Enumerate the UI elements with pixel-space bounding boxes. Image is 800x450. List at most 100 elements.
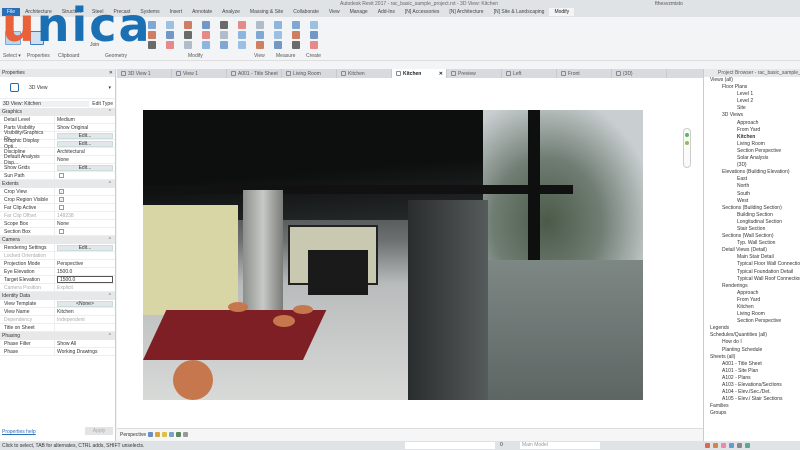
workset-field[interactable] — [405, 442, 495, 449]
edit-button[interactable]: Edit... — [57, 133, 113, 139]
checkbox[interactable] — [59, 173, 64, 178]
browser-item[interactable]: Sheets (all) — [704, 354, 800, 361]
browser-item[interactable]: Longitudinal Section — [704, 219, 800, 226]
collapse-icon[interactable]: ⌃ — [108, 181, 112, 187]
tab-massing-site[interactable]: Massing & Site — [245, 8, 288, 16]
tab-manage[interactable]: Manage — [345, 8, 373, 16]
browser-item[interactable]: Sections (Building Section) — [704, 205, 800, 212]
ribbon-tool-icon[interactable] — [310, 41, 318, 49]
properties-help-link[interactable]: Properties help — [2, 429, 36, 435]
ribbon-tool-icon[interactable] — [166, 31, 174, 39]
browser-item[interactable]: A101 - Site Plan — [704, 368, 800, 375]
browser-item[interactable]: Typical Foundation Detail — [704, 269, 800, 276]
browser-item[interactable]: Groups — [704, 410, 800, 417]
view-tab[interactable]: {3D} — [612, 69, 667, 78]
collapse-icon[interactable]: ⌃ — [108, 293, 112, 299]
ribbon-tool-icon[interactable] — [274, 31, 282, 39]
browser-item[interactable]: Site — [704, 105, 800, 112]
ribbon-tool-icon[interactable] — [310, 31, 318, 39]
ribbon-tool-icon[interactable] — [310, 21, 318, 29]
browser-item[interactable]: Main Stair Detail — [704, 254, 800, 261]
ribbon-tool-icon[interactable] — [274, 41, 282, 49]
browser-item[interactable]: Approach — [704, 120, 800, 127]
browser-item[interactable]: West — [704, 198, 800, 205]
select-underlay-icon[interactable] — [713, 443, 718, 448]
browser-item[interactable]: Level 2 — [704, 98, 800, 105]
sun-path-icon[interactable] — [162, 432, 167, 437]
ribbon-tool-icon[interactable] — [166, 41, 174, 49]
ribbon-tool-icon[interactable] — [238, 41, 246, 49]
navigation-bar[interactable] — [683, 128, 691, 168]
browser-item[interactable]: A105 - Elev./ Stair Sections — [704, 396, 800, 403]
browser-item[interactable]: Living Room — [704, 311, 800, 318]
ribbon-tool-icon[interactable] — [166, 21, 174, 29]
section-extents[interactable]: Extents⌃ — [0, 180, 115, 188]
browser-item[interactable]: Typ. Wall Section — [704, 240, 800, 247]
view-selector[interactable]: 3D View: Kitchen — [2, 101, 89, 107]
view-tab[interactable]: Living Room — [282, 69, 337, 78]
browser-item[interactable]: Renderings — [704, 283, 800, 290]
crop-icon[interactable] — [183, 432, 188, 437]
tab-add-ins[interactable]: Add-Ins — [373, 8, 400, 16]
browser-item[interactable]: Solar Analysis — [704, 155, 800, 162]
browser-item[interactable]: Typical Wall Roof Connection — [704, 276, 800, 283]
browser-item[interactable]: Elevations (Building Elevation) — [704, 169, 800, 176]
edit-type-button[interactable]: Edit Type — [92, 101, 113, 107]
browser-item[interactable]: Approach — [704, 290, 800, 297]
browser-item[interactable]: Views (all) — [704, 77, 800, 84]
shadows-icon[interactable] — [169, 432, 174, 437]
ribbon-tool-icon[interactable] — [292, 21, 300, 29]
browser-item[interactable]: Typical Floor Wall Connection — [704, 261, 800, 268]
ribbon-tool-icon[interactable] — [256, 21, 264, 29]
view-tab[interactable]: Kitchen — [337, 69, 392, 78]
visual-style-icon[interactable] — [155, 432, 160, 437]
ribbon-tool-icon[interactable] — [184, 21, 192, 29]
select-by-face-icon[interactable] — [729, 443, 734, 448]
zoom-icon[interactable] — [685, 141, 689, 145]
drag-elements-icon[interactable] — [737, 443, 742, 448]
tab-insert[interactable]: Insert — [165, 8, 188, 16]
browser-item[interactable]: East — [704, 176, 800, 183]
browser-item[interactable]: A103 - Elevations/Sections — [704, 382, 800, 389]
browser-item[interactable]: From Yard — [704, 297, 800, 304]
user-name[interactable]: fthesvzmisto — [655, 1, 683, 7]
browser-item[interactable]: South — [704, 191, 800, 198]
scale-icon[interactable] — [148, 432, 153, 437]
browser-item[interactable]: Level 1 — [704, 91, 800, 98]
collapse-icon[interactable]: ⌃ — [108, 237, 112, 243]
tab--n-site-landscaping[interactable]: [N] Site & Landscaping — [489, 8, 550, 16]
browser-item[interactable]: Section Perspective — [704, 148, 800, 155]
ribbon-tool-icon[interactable] — [202, 31, 210, 39]
browser-item[interactable]: Detail Views (Detail) — [704, 247, 800, 254]
close-icon[interactable]: ✕ — [439, 71, 443, 77]
ribbon-tool-icon[interactable] — [220, 31, 228, 39]
browser-item[interactable]: Section Perspective — [704, 318, 800, 325]
edit-button[interactable]: Edit... — [57, 141, 113, 147]
collapse-icon[interactable]: ⌃ — [108, 333, 112, 339]
view-tab[interactable]: Preview — [447, 69, 502, 78]
browser-item[interactable]: North — [704, 183, 800, 190]
edit-button[interactable]: Edit... — [57, 245, 113, 251]
steering-wheel-icon[interactable] — [685, 133, 689, 137]
browser-item[interactable]: Stair Section — [704, 226, 800, 233]
tab--n-accessories[interactable]: [N] Accessories — [400, 8, 444, 16]
model-selector[interactable]: Main Model — [520, 442, 600, 449]
ribbon-tool-icon[interactable] — [184, 31, 192, 39]
view-tab[interactable]: Front — [557, 69, 612, 78]
tab-view[interactable]: View — [324, 8, 345, 16]
ribbon-tool-icon[interactable] — [256, 31, 264, 39]
property-value[interactable]: 1500.0 — [57, 276, 113, 283]
panel-select[interactable]: Select ▾ — [3, 53, 21, 59]
browser-item[interactable]: Building Section — [704, 212, 800, 219]
browser-item[interactable]: A104 - Elev./Sec./Det. — [704, 389, 800, 396]
tab--n-architecture[interactable]: [N] Architecture — [444, 8, 488, 16]
edit-button[interactable]: <None> — [57, 301, 113, 307]
tab-collaborate[interactable]: Collaborate — [288, 8, 324, 16]
browser-item[interactable]: 3D Views — [704, 112, 800, 119]
checkbox[interactable]: ✓ — [59, 189, 64, 194]
browser-item[interactable]: {3D} — [704, 162, 800, 169]
tab-modify[interactable]: Modify — [549, 8, 574, 16]
view-tab[interactable]: 3D View 1 — [117, 69, 172, 78]
ribbon-tool-icon[interactable] — [202, 21, 210, 29]
browser-item[interactable]: Living Room — [704, 141, 800, 148]
